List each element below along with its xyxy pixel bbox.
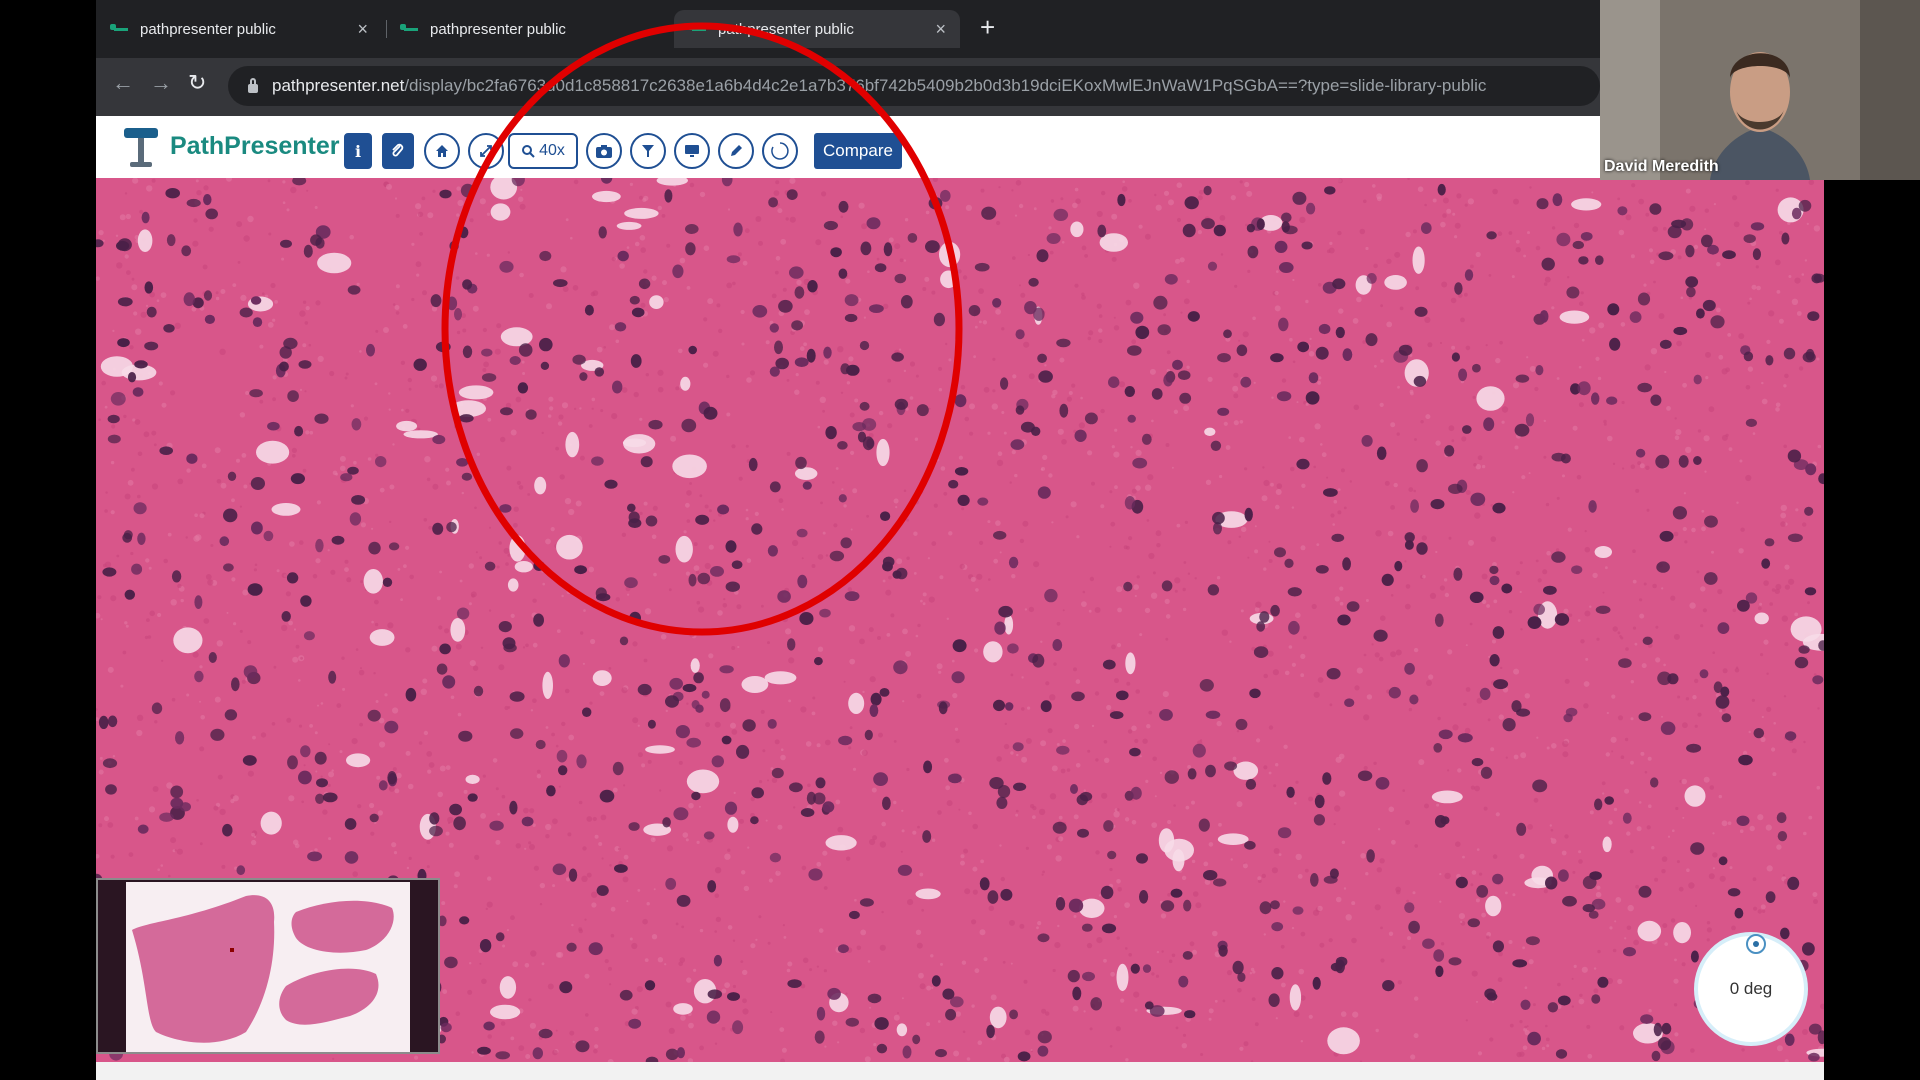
microscope-icon xyxy=(120,122,162,170)
participant-name: David Meredith xyxy=(1604,158,1719,175)
viewer-bottom-strip xyxy=(96,1062,1824,1080)
back-arrow-icon[interactable]: ← xyxy=(112,70,134,96)
expand-icon[interactable] xyxy=(468,133,504,169)
url-path: /display/bc2fa6763d0d1c858817c2638e1a6b4… xyxy=(404,76,1487,95)
zoom-level-button[interactable]: 40x xyxy=(508,133,578,169)
browser-tab-bar: pathpresenter public × pathpresenter pub… xyxy=(96,0,1600,58)
tab-label: pathpresenter public xyxy=(430,20,566,38)
zoom-level-label: 40x xyxy=(539,142,565,159)
pen-icon[interactable] xyxy=(718,133,754,169)
zoom-icon xyxy=(522,145,535,158)
paperclip-icon[interactable] xyxy=(382,133,414,169)
rotation-label: 0 deg xyxy=(1729,979,1773,998)
webcam-video: David Meredith xyxy=(1600,0,1920,180)
person-video-frame xyxy=(1600,0,1920,180)
address-bar-row: ← → ↻ pathpresenter.net/display/bc2fa676… xyxy=(96,58,1600,116)
close-icon[interactable]: × xyxy=(357,19,368,40)
rotate-icon[interactable] xyxy=(762,133,798,169)
url-field[interactable]: pathpresenter.net/display/bc2fa6763d0d1c… xyxy=(228,66,1600,106)
forward-arrow-icon[interactable]: → xyxy=(150,70,172,96)
reload-icon[interactable]: ↻ xyxy=(188,70,206,96)
compare-button[interactable]: Compare xyxy=(814,133,902,169)
favicon-icon xyxy=(110,24,130,34)
rotation-dial[interactable]: 0 deg xyxy=(1694,932,1808,1046)
monitor-icon[interactable] xyxy=(674,133,710,169)
tab-pathpresenter-3-active[interactable]: pathpresenter public × xyxy=(674,10,960,48)
lock-icon xyxy=(248,77,258,93)
logo-text: PathPresenter xyxy=(170,131,340,160)
favicon-icon xyxy=(400,24,420,34)
rotation-handle-icon[interactable] xyxy=(1746,934,1766,954)
home-icon[interactable] xyxy=(424,133,460,169)
favicon-icon xyxy=(688,24,708,34)
filter-icon[interactable] xyxy=(630,133,666,169)
url-host: pathpresenter.net xyxy=(272,76,405,95)
info-icon[interactable]: i xyxy=(344,133,372,169)
tab-label: pathpresenter public xyxy=(718,20,854,38)
pathpresenter-logo[interactable]: PathPresenter xyxy=(120,122,340,170)
plus-icon[interactable]: + xyxy=(980,12,995,43)
tab-label: pathpresenter public xyxy=(140,20,276,38)
overview-slide-image xyxy=(126,882,410,1052)
slide-overview-thumbnail[interactable] xyxy=(96,878,440,1054)
tab-pathpresenter-1[interactable]: pathpresenter public × xyxy=(96,10,382,48)
viewer-toolbar: PathPresenter i 40x Compare xyxy=(96,116,1600,178)
camera-icon[interactable] xyxy=(586,133,622,169)
close-icon[interactable]: × xyxy=(935,19,946,40)
tab-pathpresenter-2[interactable]: pathpresenter public xyxy=(386,10,672,48)
